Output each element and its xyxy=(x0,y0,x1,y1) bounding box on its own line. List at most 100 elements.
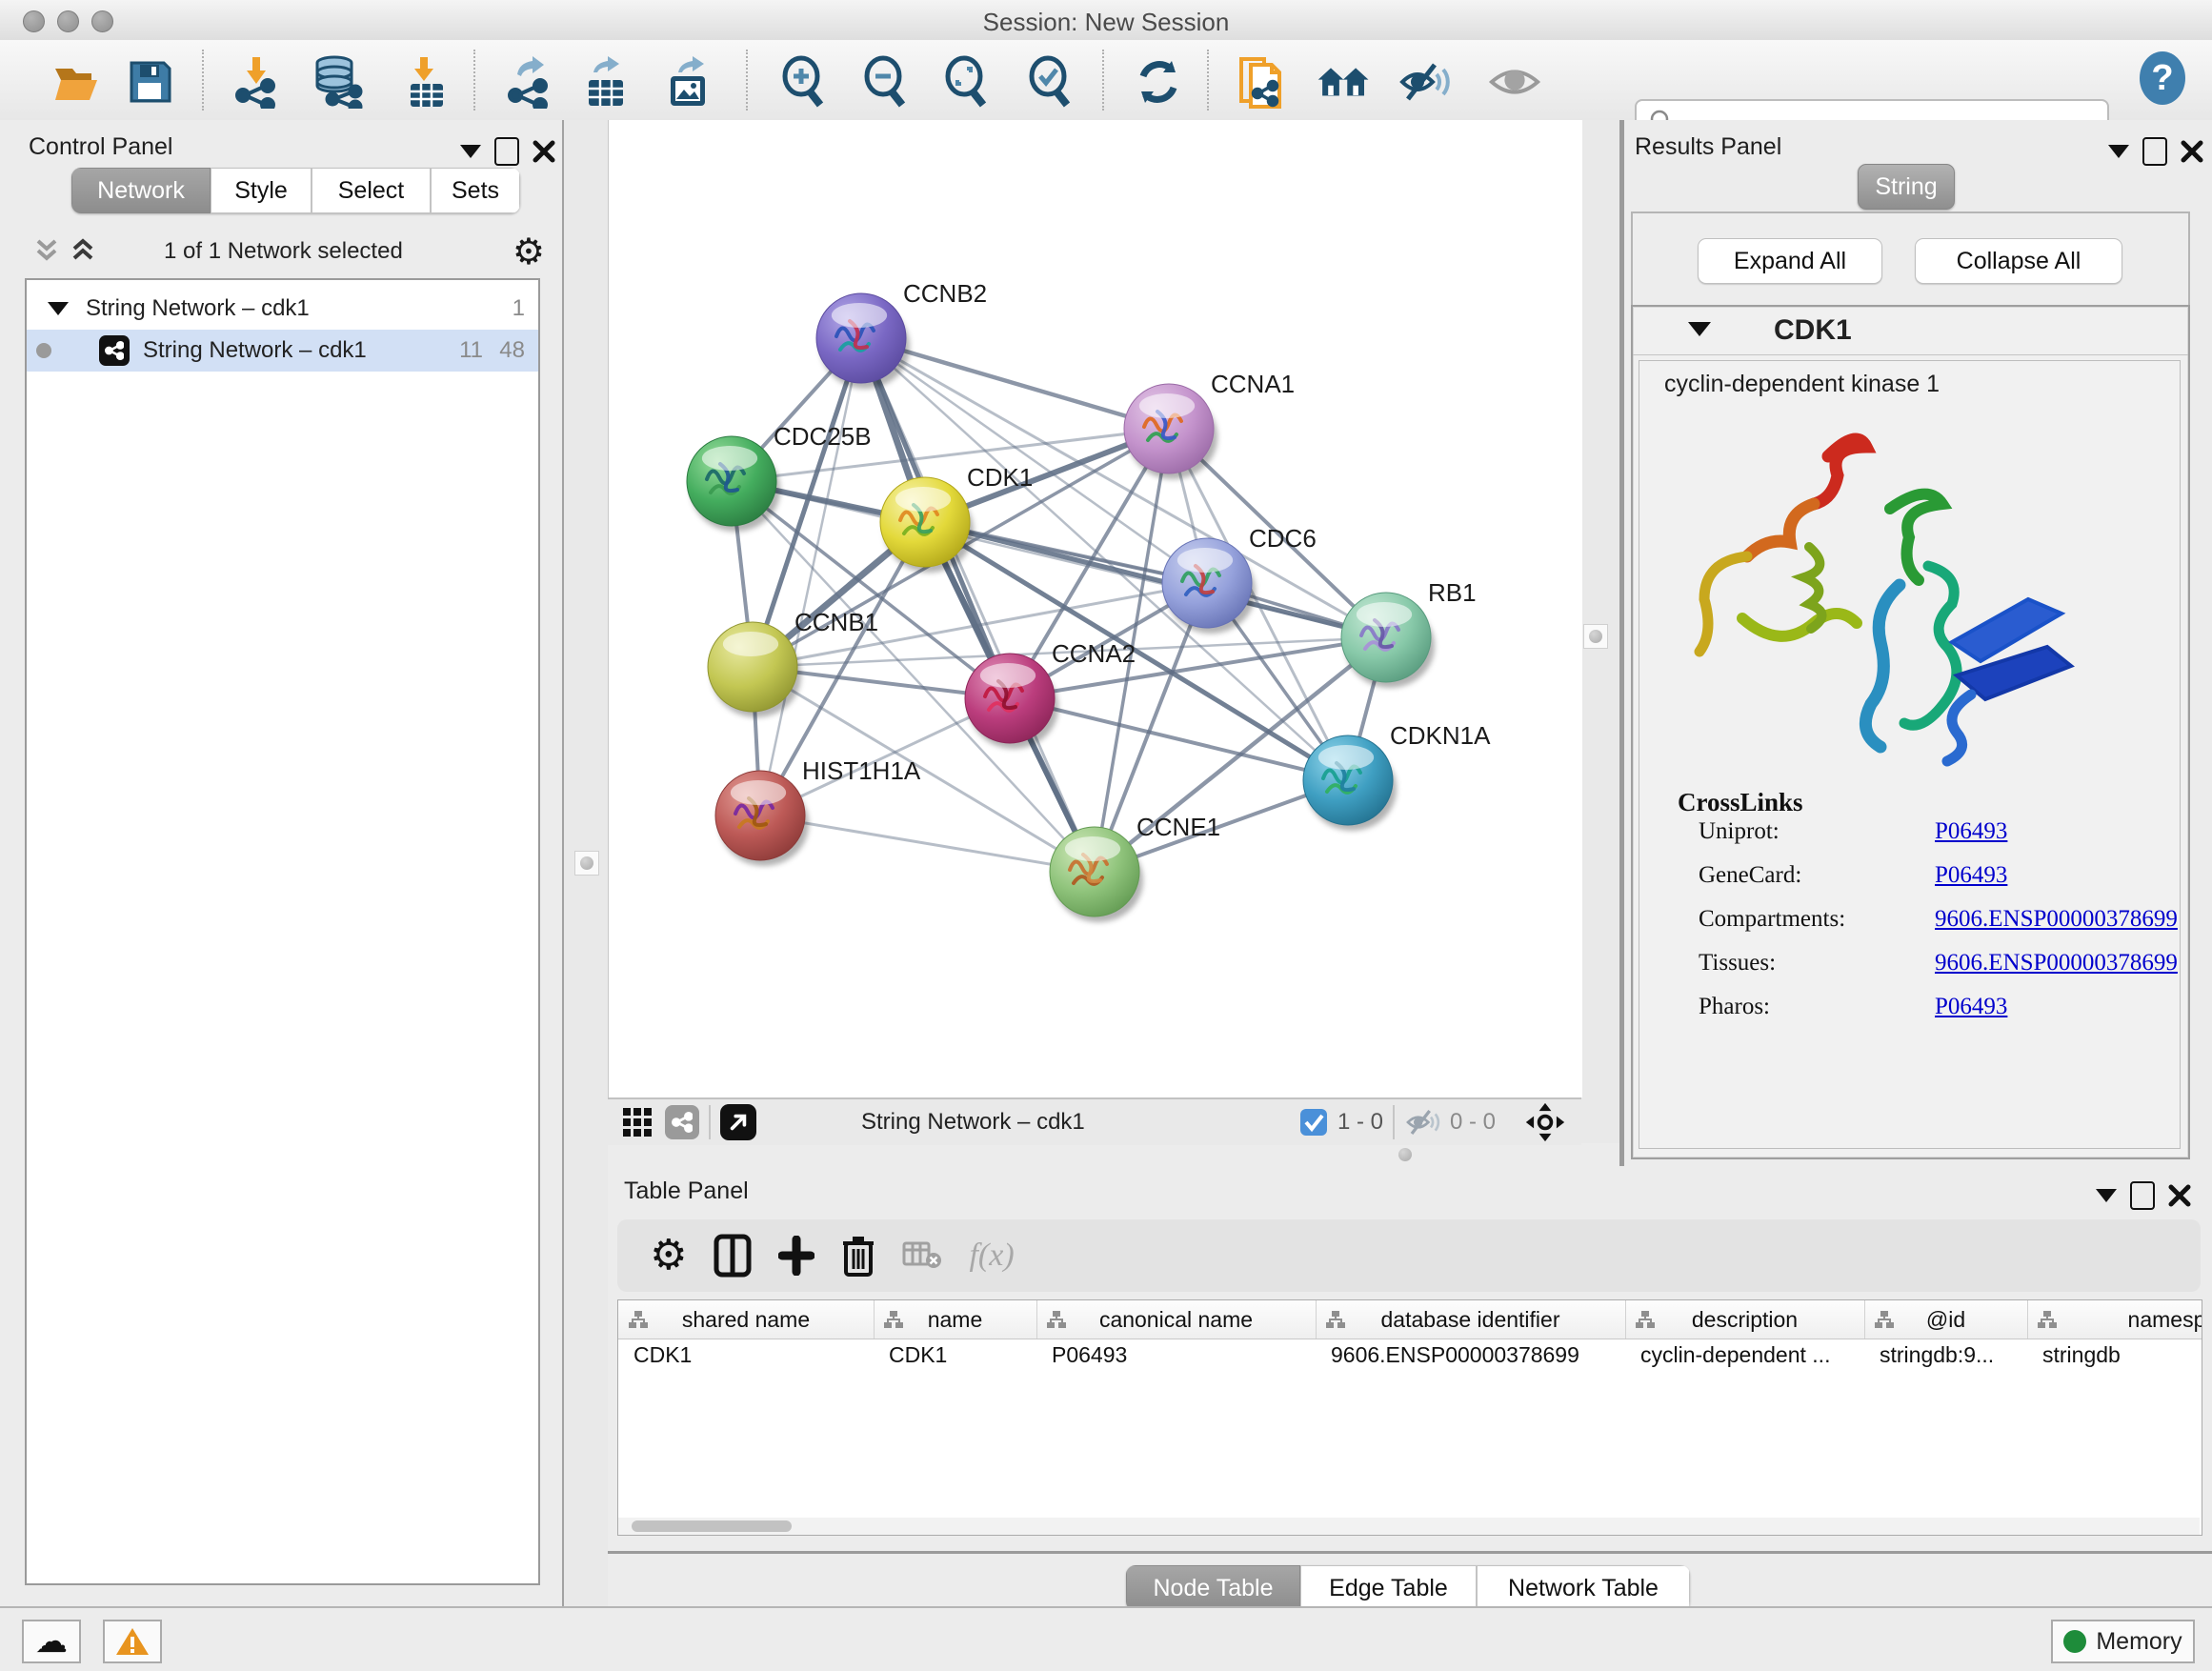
column-header-database-identifier[interactable]: database identifier xyxy=(1316,1300,1626,1339)
crosslink-link[interactable]: 9606.ENSP00000378699 xyxy=(1935,906,2178,933)
column-header-@id[interactable]: @id xyxy=(1864,1300,2028,1339)
tab-style[interactable]: Style xyxy=(211,168,312,213)
gene-card-header[interactable]: CDK1 xyxy=(1633,307,2188,355)
node-RB1[interactable]: RB1 xyxy=(1341,578,1477,688)
column-label: description xyxy=(1692,1307,1798,1333)
collapse-all-button[interactable]: Collapse All xyxy=(1915,238,2122,284)
tab-network[interactable]: Network xyxy=(71,168,211,213)
tab-select[interactable]: Select xyxy=(312,168,431,213)
bottom-splitter-handle[interactable] xyxy=(1394,1143,1417,1166)
detach-view-icon[interactable] xyxy=(720,1104,756,1140)
collection-expand-icon[interactable] xyxy=(48,302,69,315)
right-splitter-handle[interactable] xyxy=(1583,624,1608,649)
import-network-from-database-icon[interactable] xyxy=(310,57,363,107)
zoom-out-icon[interactable] xyxy=(858,57,912,107)
warnings-button[interactable] xyxy=(103,1620,162,1663)
zoom-selected-icon[interactable] xyxy=(1023,57,1076,107)
zoom-in-icon[interactable] xyxy=(776,57,830,107)
control-panel-tabs: NetworkStyleSelectSets xyxy=(71,168,520,213)
panel-float-icon[interactable] xyxy=(2142,137,2167,166)
export-table-icon[interactable] xyxy=(578,57,632,107)
panel-close-icon[interactable] xyxy=(533,140,555,163)
birds-eye-toggle-icon[interactable] xyxy=(1524,1101,1566,1143)
column-header-canonical-name[interactable]: canonical name xyxy=(1036,1300,1317,1339)
panel-menu-icon[interactable] xyxy=(2096,1189,2117,1202)
show-columns-icon[interactable] xyxy=(714,1234,752,1278)
panel-close-icon[interactable] xyxy=(2168,1184,2191,1207)
node-table[interactable]: shared namename canonical name database id… xyxy=(617,1299,2202,1536)
delete-column-trash-icon[interactable] xyxy=(841,1234,875,1278)
collapse-all-icon[interactable] xyxy=(34,237,59,266)
panel-menu-icon[interactable] xyxy=(460,145,481,158)
tab-edge-table[interactable]: Edge Table xyxy=(1300,1565,1477,1611)
panel-menu-icon[interactable] xyxy=(2108,145,2129,158)
svg-text:?: ? xyxy=(2151,58,2173,98)
edge-CCNB2-HIST1H1A[interactable] xyxy=(760,338,861,815)
panel-float-icon[interactable] xyxy=(2130,1181,2155,1210)
node-CCNB2[interactable]: CCNB2 xyxy=(816,279,987,389)
homes-icon[interactable] xyxy=(1317,57,1371,107)
node-CDKN1A[interactable]: CDKN1A xyxy=(1303,721,1491,831)
open-session-icon[interactable] xyxy=(51,57,105,107)
left-splitter-handle[interactable] xyxy=(574,851,599,876)
cell-description[interactable]: cyclin-dependent ... xyxy=(1640,1342,1857,1368)
hidden-eye-icon[interactable] xyxy=(1404,1107,1442,1137)
memory-button[interactable]: Memory xyxy=(2051,1620,2195,1663)
table-options-gear-icon[interactable]: ⚙ xyxy=(650,1235,687,1277)
export-image-icon[interactable] xyxy=(661,57,714,107)
add-column-icon[interactable] xyxy=(778,1236,814,1276)
node-CDC6[interactable]: CDC6 xyxy=(1162,524,1317,634)
table-horizontal-scrollbar[interactable] xyxy=(618,1518,2200,1535)
apply-layout-icon[interactable] xyxy=(1132,57,1185,107)
hide-eye-icon[interactable] xyxy=(1398,57,1452,107)
cell-@id[interactable]: stringdb:9... xyxy=(1880,1342,2020,1368)
cell-canonical-name[interactable]: P06493 xyxy=(1052,1342,1308,1368)
tab-node-table[interactable]: Node Table xyxy=(1126,1565,1300,1611)
scrollbar-thumb[interactable] xyxy=(632,1520,792,1532)
panel-float-icon[interactable] xyxy=(494,137,519,166)
crosslink-label: Pharos: xyxy=(1699,994,1770,1019)
tab-sets[interactable]: Sets xyxy=(431,168,520,213)
zoom-fit-icon[interactable] xyxy=(939,57,993,107)
column-header-namespace[interactable]: namespace xyxy=(2027,1300,2202,1339)
tab-network-table[interactable]: Network Table xyxy=(1477,1565,1690,1611)
network-options-gear-icon[interactable]: ⚙ xyxy=(513,233,545,270)
cell-namespace[interactable]: stringdb xyxy=(2042,1342,2202,1368)
memory-label: Memory xyxy=(2096,1628,2182,1656)
column-header-name[interactable]: name xyxy=(874,1300,1037,1339)
import-table-icon[interactable] xyxy=(398,57,452,107)
gene-collapse-icon[interactable] xyxy=(1688,322,1711,336)
tab-string[interactable]: String xyxy=(1858,164,1955,210)
column-label: canonical name xyxy=(1099,1307,1253,1333)
node-CCNA1[interactable]: CCNA1 xyxy=(1124,370,1295,479)
export-network-icon[interactable] xyxy=(502,57,555,107)
expand-all-icon[interactable] xyxy=(70,237,95,266)
crosslink-link[interactable]: P06493 xyxy=(1935,994,2007,1020)
crosslink-link[interactable]: P06493 xyxy=(1935,862,2007,889)
panel-close-icon[interactable] xyxy=(2181,140,2203,163)
node-label-CDC25B: CDC25B xyxy=(774,422,872,451)
network-graph[interactable]: CCNB2CCNA1CDC25BCDK1CDC6RB1CCNB1CCNA2CDK… xyxy=(609,120,1582,1097)
node-HIST1H1A[interactable]: HIST1H1A xyxy=(715,756,921,866)
crosslink-link[interactable]: P06493 xyxy=(1935,818,2007,845)
network-collection-row[interactable]: String Network – cdk1 1 xyxy=(27,288,538,330)
import-network-icon[interactable] xyxy=(230,57,283,107)
network-row-selected[interactable]: String Network – cdk1 11 48 xyxy=(27,330,538,372)
column-header-shared-name[interactable]: shared name xyxy=(618,1300,875,1339)
edge-CDK1-RB1[interactable] xyxy=(925,522,1386,637)
expand-all-button[interactable]: Expand All xyxy=(1698,238,1882,284)
cell-shared-name[interactable]: CDK1 xyxy=(633,1342,866,1368)
selected-checkbox-icon[interactable] xyxy=(1299,1108,1328,1137)
column-header-description[interactable]: description xyxy=(1625,1300,1865,1339)
grid-view-icon[interactable] xyxy=(621,1106,654,1138)
cell-name[interactable]: CDK1 xyxy=(889,1342,1029,1368)
clipboard-network-icon[interactable] xyxy=(1234,57,1287,107)
edge-HIST1H1A-CCNE1[interactable] xyxy=(760,815,1095,872)
crosslink-link[interactable]: 9606.ENSP00000378699 xyxy=(1935,950,2178,976)
help-button[interactable]: ? xyxy=(2136,53,2189,103)
cloud-button[interactable]: ☁ xyxy=(22,1620,81,1663)
network-canvas[interactable]: CCNB2CCNA1CDC25BCDK1CDC6RB1CCNB1CCNA2CDK… xyxy=(608,120,1582,1097)
network-view-icon[interactable] xyxy=(665,1105,699,1139)
cell-database-identifier[interactable]: 9606.ENSP00000378699 xyxy=(1331,1342,1618,1368)
save-session-icon[interactable] xyxy=(124,57,177,107)
